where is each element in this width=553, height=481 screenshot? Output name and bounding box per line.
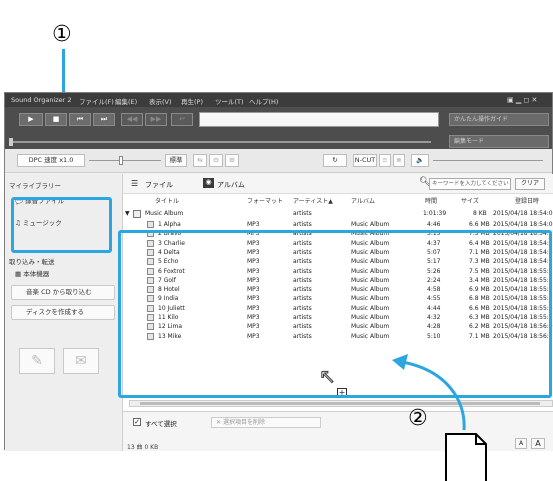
close-icon: ✕: [216, 419, 223, 426]
repeat-button[interactable]: ↻: [323, 154, 347, 167]
album-artist: artists: [293, 210, 312, 217]
column-format[interactable]: フォーマット: [247, 196, 283, 206]
audio-file-icon: [147, 221, 154, 228]
title-bar: Sound Organizer 2 ファイル(F) 編集(E) 表示(V) 再生…: [5, 93, 552, 107]
ncut-button[interactable]: N-CUT: [353, 154, 377, 167]
seek-handle[interactable]: [9, 138, 13, 146]
dpc-slider[interactable]: [89, 160, 161, 161]
track-date: 2015/04/18 18:54:0: [493, 221, 553, 228]
status-text: 13 曲 0 KB: [127, 444, 159, 451]
menu-play[interactable]: 再生(P): [181, 96, 203, 106]
seek-toolbar: 編集モード: [5, 133, 552, 149]
sidebar-item-label: 本体機器: [23, 270, 50, 278]
window-controls-icon[interactable]: ▣ ▁ ◻ ✕: [507, 96, 537, 104]
next-button[interactable]: ⏭: [93, 113, 115, 126]
a-b-repeat-button[interactable]: ↩: [171, 113, 193, 126]
create-disc-button[interactable]: ディスクを作成する: [11, 305, 115, 320]
quick-guide-dropdown[interactable]: かんたん操作ガイド: [449, 113, 549, 126]
track-size: 6.6 MB: [469, 221, 490, 228]
file-document-icon: [445, 433, 487, 481]
split-button[interactable]: ⇆: [193, 154, 207, 167]
album-view-icon[interactable]: ◉: [203, 178, 214, 188]
album-size: 8 KB: [473, 210, 487, 217]
stop-button[interactable]: ■: [45, 113, 67, 126]
column-time[interactable]: 時間: [425, 196, 437, 206]
column-album[interactable]: アルバム: [351, 196, 375, 206]
column-date[interactable]: 登録日時: [515, 196, 539, 206]
edit-note-button[interactable]: ✎: [19, 348, 55, 374]
tab-file[interactable]: ファイル: [145, 180, 173, 190]
eq2-button[interactable]: ≣: [393, 154, 405, 167]
fast-forward-button[interactable]: ▶▶: [145, 113, 167, 126]
delete-selected-button[interactable]: ✕ 選択項目を削除: [211, 417, 321, 428]
font-small-button[interactable]: A: [515, 438, 527, 449]
volume-slider[interactable]: [433, 160, 543, 161]
track-artist: artists: [293, 221, 312, 228]
column-size[interactable]: サイズ: [461, 196, 479, 206]
track-info-display: [199, 112, 439, 127]
search-input[interactable]: キーワードを入力してください: [429, 178, 511, 190]
delete-selected-label: 選択項目を削除: [222, 419, 265, 426]
select-all-checkbox[interactable]: ✓: [133, 418, 141, 426]
send-mail-button[interactable]: ✉: [63, 348, 99, 374]
seek-bar[interactable]: [11, 141, 431, 143]
track-row[interactable]: 1 Alpha MP3 artists Music Album 4:46 6.6 MB 20…: [123, 221, 553, 230]
view-tabbar: ☰ ファイル ◉ アルバム 🔍︎ キーワードを入力してください クリア: [123, 174, 553, 194]
eq-button[interactable]: ≡: [379, 154, 391, 167]
select-all-label[interactable]: すべて選択: [145, 418, 177, 428]
dpc-speed-label: DPC 速度 x1.0: [17, 154, 85, 167]
volume-icon[interactable]: 🔈: [411, 154, 429, 167]
app-title: Sound Organizer 2: [11, 96, 72, 104]
album-date: 2015/04/18 18:54:0: [493, 210, 553, 217]
play-button[interactable]: ▶: [19, 113, 43, 126]
device-icon: ▦: [15, 270, 22, 278]
import-transfer-label: 取り込み・転送: [9, 258, 55, 266]
speed-toolbar: DPC 速度 x1.0 標準 ⇆ ⊟ ⊞ ↻ N-CUT ≡ ≣ 🔈: [5, 149, 552, 173]
previous-button[interactable]: ⏮: [69, 113, 91, 126]
divide-button[interactable]: ⊟: [209, 154, 223, 167]
sidebar-item-device[interactable]: ▦ 本体機器: [15, 267, 110, 281]
album-time: 1:01:39: [423, 210, 447, 217]
menu-help[interactable]: ヘルプ(H): [249, 96, 278, 106]
tab-album[interactable]: アルバム: [217, 180, 245, 190]
rewind-button[interactable]: ◀◀: [121, 113, 143, 126]
edit-mode-dropdown[interactable]: 編集モード: [449, 135, 549, 148]
album-icon: [133, 210, 141, 218]
list-icon[interactable]: ☰: [131, 179, 138, 188]
menu-tools[interactable]: ツール(T): [215, 96, 244, 106]
menu-view[interactable]: 表示(V): [149, 96, 172, 106]
callout-number-1: ①: [52, 22, 72, 47]
track-album: Music Album: [351, 221, 390, 228]
import-cd-button[interactable]: 音楽 CD から取り込む: [11, 285, 115, 300]
dpc-slider-handle[interactable]: [119, 156, 123, 165]
album-title: Music Album: [145, 210, 184, 217]
playback-toolbar: ▶ ■ ⏮ ⏭ ◀◀ ▶▶ ↩ かんたん操作ガイド: [5, 107, 552, 133]
clear-button[interactable]: クリア: [515, 178, 545, 190]
join-button[interactable]: ⊞: [225, 154, 239, 167]
sidebar-highlight: [11, 197, 112, 253]
track-format: MP3: [247, 221, 260, 228]
my-library-label: マイライブラリー: [9, 182, 61, 190]
standard-speed-button[interactable]: 標準: [165, 154, 187, 167]
track-time: 4:46: [427, 221, 441, 228]
column-artist[interactable]: アーティスト▲: [293, 196, 333, 206]
menu-file[interactable]: ファイル(F): [79, 96, 114, 106]
font-large-button[interactable]: A: [531, 438, 545, 449]
track-title: 1 Alpha: [158, 221, 181, 228]
album-group-row[interactable]: ▼ Music Album artists 1:01:39 8 KB 2015/…: [123, 210, 553, 219]
column-title[interactable]: タイトル: [155, 196, 179, 206]
expand-triangle-icon[interactable]: ▼: [125, 210, 130, 217]
menu-edit[interactable]: 編集(E): [115, 96, 137, 106]
